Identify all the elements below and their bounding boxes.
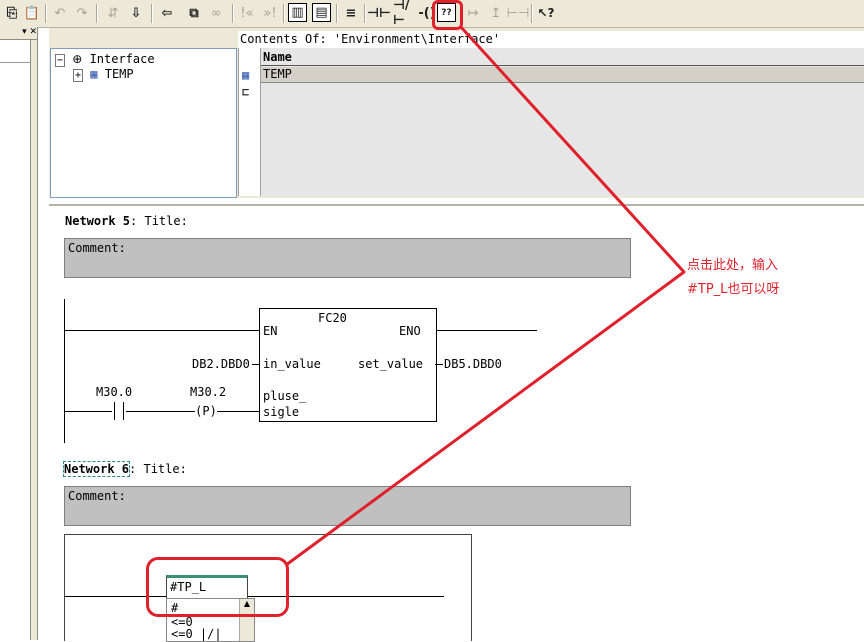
annotation-line bbox=[285, 24, 686, 567]
annotation-line-1: 点击此处，输入 bbox=[687, 258, 779, 273]
annotation-note: 点击此处，输入 #TP_L也可以呀 bbox=[687, 254, 779, 302]
annotation-line-2: #TP_L也可以呀 bbox=[687, 282, 780, 297]
annotation-highlight-toolbar bbox=[432, 0, 463, 30]
annotation-highlight-editor bbox=[146, 557, 289, 617]
annotation-arrows bbox=[285, 24, 686, 567]
